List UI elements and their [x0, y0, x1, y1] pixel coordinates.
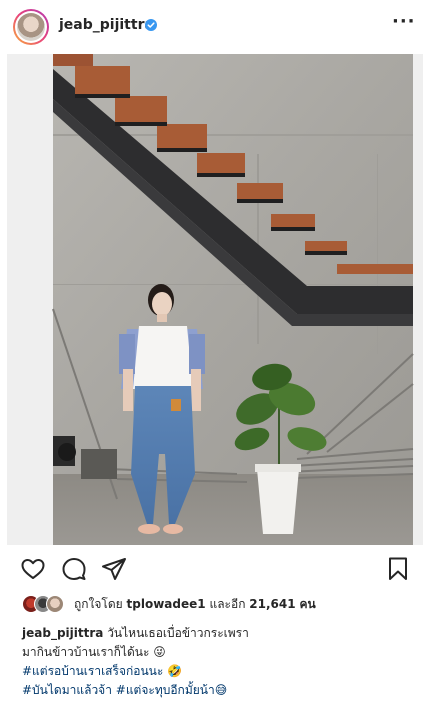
heart-icon[interactable] [20, 556, 46, 582]
post-photo-image [7, 54, 423, 545]
likes-middle: และอีก [209, 597, 246, 611]
more-options-icon[interactable]: ··· [392, 12, 416, 32]
likes-prefix: ถูกใจโดย [74, 597, 123, 611]
profile-avatar[interactable] [13, 9, 49, 45]
post-header: jeab_pijittra ··· [0, 0, 437, 52]
caption-line-2: มากินข้าวบ้านเราก็ได้นะ 😜 [22, 645, 166, 659]
paper-plane-icon[interactable] [101, 556, 127, 582]
post-action-bar [0, 548, 437, 588]
post-username[interactable]: jeab_pijittra [59, 16, 154, 34]
post-photo[interactable] [7, 54, 423, 545]
caption-line-1: วันไหนเธอเบื่อข้าวกระเพรา [107, 626, 249, 640]
caption-username[interactable]: jeab_pijittra [22, 626, 103, 640]
caption-hashtag-line-1[interactable]: #แต่รอบ้านเราเสร็จก่อนนะ 🤣 [22, 662, 422, 681]
liker-avatars [22, 595, 68, 613]
likes-count[interactable]: 21,641 [249, 597, 295, 611]
caption-hashtag-line-2[interactable]: #บันไดมาแล้วจ้า #แต่จะทุบอีกมั้ยน้า😅 [22, 681, 422, 700]
verified-badge-icon [145, 19, 157, 31]
liked-by-username[interactable]: tplowadee1 [127, 597, 206, 611]
avatar [46, 595, 64, 613]
post-caption: jeab_pijittra วันไหนเธอเบื่อข้าวกระเพรา … [22, 624, 422, 700]
bookmark-icon[interactable] [385, 556, 411, 582]
likes-suffix: คน [299, 597, 316, 611]
comment-bubble-icon[interactable] [61, 556, 87, 582]
likes-summary: ถูกใจโดย tplowadee1 และอีก 21,641 คน [22, 594, 422, 614]
likes-text: ถูกใจโดย tplowadee1 และอีก 21,641 คน [74, 596, 316, 612]
